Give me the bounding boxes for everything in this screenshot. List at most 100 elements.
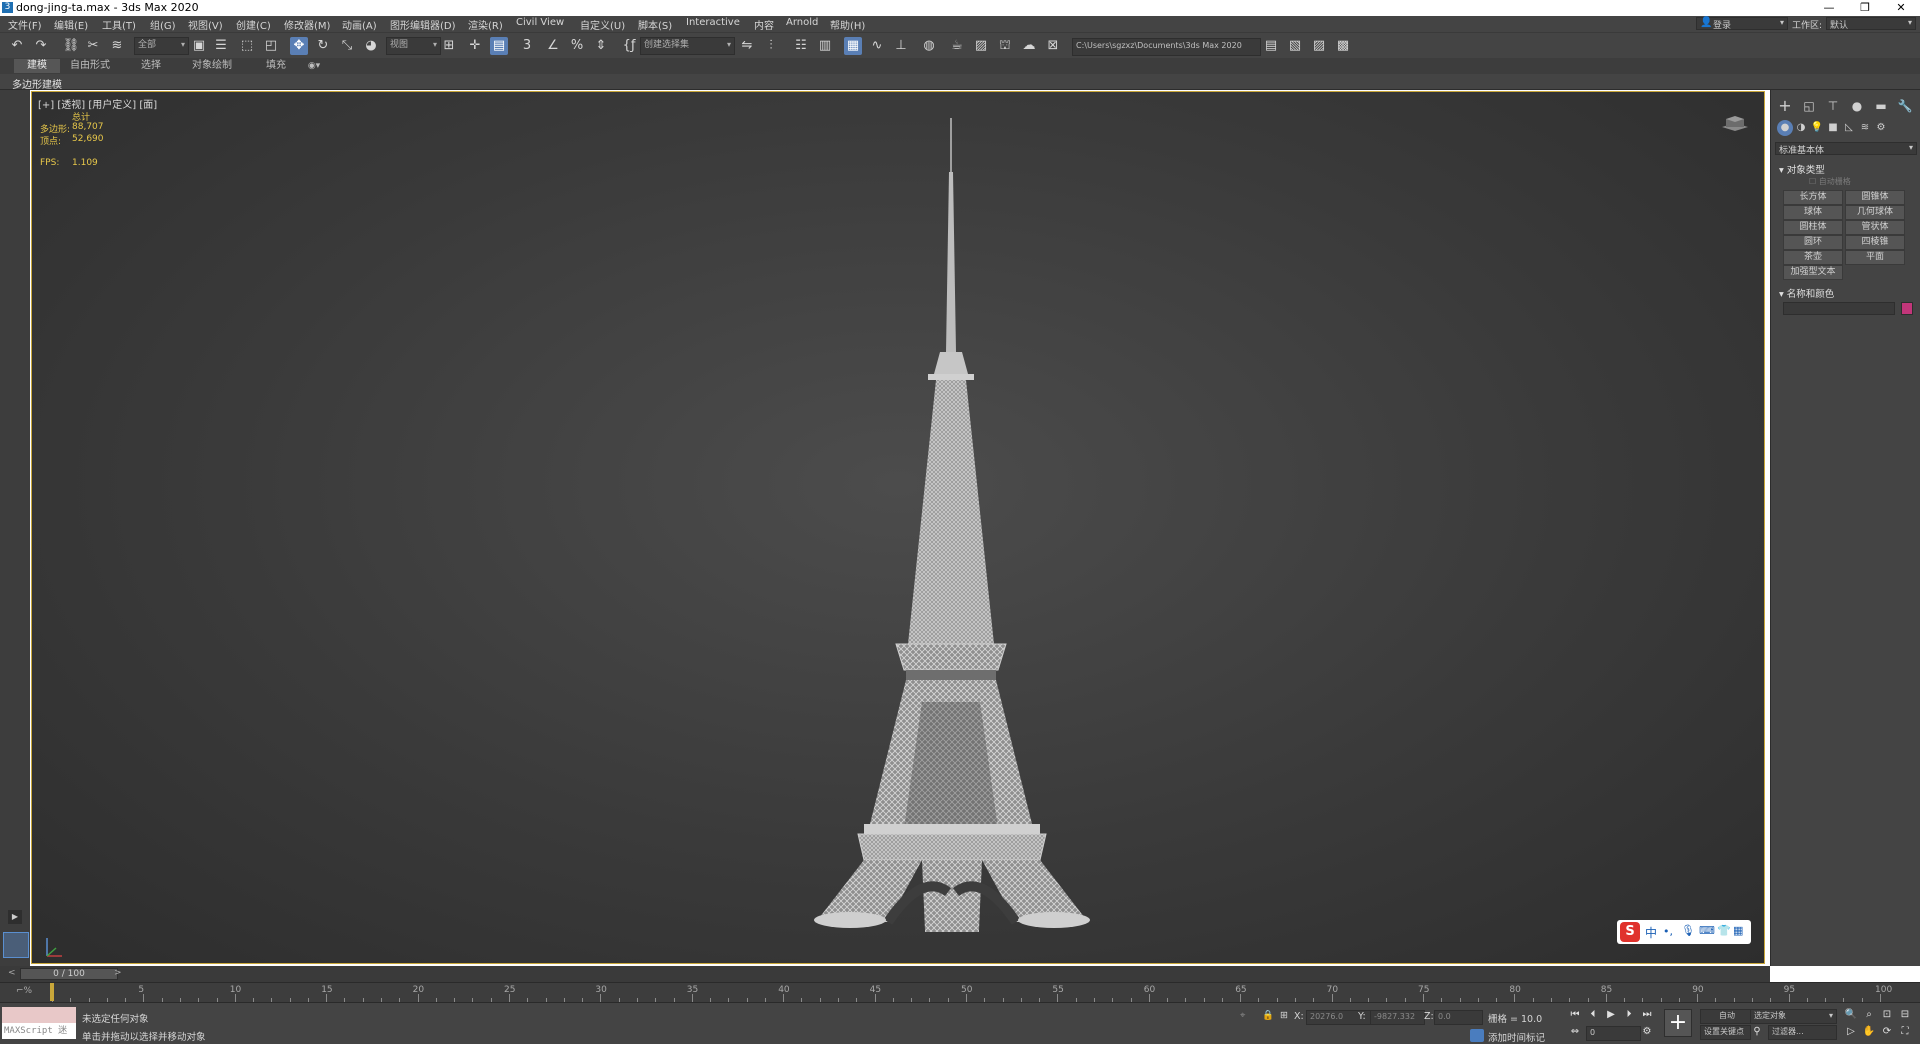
ime-toolbar[interactable]: S 中 •, 🎙 ⌨ 👕 ▦	[1617, 920, 1751, 944]
close-button[interactable]: ✕	[1886, 0, 1916, 16]
workspace-dropdown[interactable]: 默认 ▾	[1826, 17, 1916, 31]
layer-explorer-icon[interactable]: ▥	[816, 37, 834, 55]
current-frame-input[interactable]: 0	[1586, 1026, 1641, 1041]
select-object-icon[interactable]: ▣	[190, 37, 208, 55]
plane-button[interactable]: 平面	[1845, 250, 1905, 265]
maxscript-input[interactable]: MAXScript 迷	[2, 1023, 76, 1039]
cone-button[interactable]: 圆锥体	[1845, 190, 1905, 205]
geosphere-button[interactable]: 几何球体	[1845, 205, 1905, 220]
utilities-tab-icon[interactable]: 🔧	[1897, 98, 1913, 114]
systems-icon[interactable]: ⚙	[1873, 120, 1889, 136]
ribbon-options-icon[interactable]: ◉▾	[304, 59, 324, 73]
create-tab-icon[interactable]: +	[1777, 98, 1793, 114]
lights-icon[interactable]: 💡	[1809, 120, 1825, 136]
login-dropdown[interactable]: 👤 登录 ▾	[1696, 17, 1788, 31]
track-bar-toggle-icon[interactable]: ⌐%	[16, 986, 32, 996]
current-time-marker[interactable]	[50, 983, 54, 1001]
keyboard-icon[interactable]: ⌨	[1699, 924, 1715, 937]
modify-tab-icon[interactable]: ◱	[1801, 98, 1817, 114]
pyramid-button[interactable]: 四棱锥	[1845, 235, 1905, 250]
scene-explorer-icon[interactable]: ☷	[792, 37, 810, 55]
select-and-rotate-icon[interactable]: ↻	[314, 37, 332, 55]
set-key-button[interactable]: 设置关键点	[1700, 1025, 1751, 1040]
ime-language-label[interactable]: 中	[1645, 924, 1657, 941]
toolbox-icon[interactable]: ▦	[1733, 924, 1743, 937]
skin-icon[interactable]: 👕	[1717, 924, 1731, 937]
go-to-start-icon[interactable]: ⏮	[1568, 1008, 1582, 1022]
unlink-icon[interactable]: ✂	[84, 37, 102, 55]
rendered-frame-window-icon[interactable]: ▨	[972, 37, 990, 55]
display-tab-icon[interactable]: ▬	[1873, 98, 1889, 114]
selection-lock-icon[interactable]: 🔒	[1262, 1010, 1274, 1021]
geometry-icon[interactable]: ●	[1777, 120, 1793, 136]
menu-rendering[interactable]: 渲染(R)	[468, 17, 503, 32]
menu-views[interactable]: 视图(V)	[188, 17, 223, 32]
menu-civil-view[interactable]: Civil View	[516, 17, 564, 28]
menu-arnold[interactable]: Arnold	[786, 17, 818, 28]
z-coord-field[interactable]: 0.0	[1434, 1010, 1483, 1025]
key-mode-icon[interactable]: ⇔	[1568, 1025, 1582, 1039]
open-project-icon[interactable]: ▧	[1286, 37, 1304, 55]
percent-snap-icon[interactable]: %	[568, 37, 586, 55]
tab-object-paint[interactable]: 对象绘制	[182, 59, 242, 73]
time-slider-thumb[interactable]: 0 / 100	[20, 968, 118, 980]
reference-coordinate-dropdown[interactable]: 视图 ▾	[386, 37, 441, 55]
zoom-all-icon[interactable]: ⌕	[1862, 1008, 1876, 1022]
select-by-name-icon[interactable]: ☰	[212, 37, 230, 55]
menu-content[interactable]: 内容	[754, 17, 774, 32]
previous-frame-icon[interactable]: ⏴	[1586, 1008, 1600, 1022]
menu-customize[interactable]: 自定义(U)	[580, 17, 625, 32]
selected-object-dropdown[interactable]: 选定对象 ▾	[1750, 1009, 1837, 1024]
teapot-button[interactable]: 茶壶	[1783, 250, 1843, 265]
time-configuration-icon[interactable]: ⚙	[1640, 1025, 1654, 1039]
menu-group[interactable]: 组(G)	[150, 17, 176, 32]
a360-gallery-icon[interactable]: ⊠	[1044, 37, 1062, 55]
ime-punctuation-icon[interactable]: •,	[1663, 925, 1673, 938]
orbit-icon[interactable]: ⟳	[1880, 1025, 1894, 1039]
bind-space-warp-icon[interactable]: ≋	[108, 37, 126, 55]
tube-button[interactable]: 管状体	[1845, 220, 1905, 235]
object-name-input[interactable]	[1783, 302, 1895, 315]
go-to-end-icon[interactable]: ⏭	[1640, 1008, 1654, 1022]
named-selection-dropdown[interactable]: 创建选择集 ▾	[640, 37, 735, 55]
add-time-tag[interactable]: 添加时间标记	[1488, 1030, 1545, 1044]
menu-scripting[interactable]: 脚本(S)	[638, 17, 672, 32]
autogrid-checkbox[interactable]: ☐ 自动栅格	[1809, 176, 1851, 187]
minimize-button[interactable]: —	[1814, 0, 1844, 16]
sphere-button[interactable]: 球体	[1783, 205, 1843, 220]
torus-button[interactable]: 圆环	[1783, 235, 1843, 250]
hierarchy-tab-icon[interactable]: ⊤	[1825, 98, 1841, 114]
cylinder-button[interactable]: 圆柱体	[1783, 220, 1843, 235]
box-button[interactable]: 长方体	[1783, 190, 1843, 205]
microphone-icon[interactable]: 🎙	[1681, 924, 1695, 937]
tab-selection[interactable]: 选择	[128, 59, 174, 73]
menu-edit[interactable]: 编辑(E)	[54, 17, 88, 32]
material-editor-icon[interactable]: ◍	[920, 37, 938, 55]
project-path-dropdown[interactable]: C:\Users\sgzxz\Documents\3ds Max 2020	[1072, 38, 1261, 56]
viewport-label[interactable]: [+] [透视] [用户定义] [面]	[38, 96, 157, 111]
isolate-selection-icon[interactable]: ⌖	[1240, 1010, 1245, 1021]
key-filter-icon[interactable]: ⚲	[1750, 1025, 1764, 1039]
curve-editor-icon[interactable]: ∿	[868, 37, 886, 55]
key-filters-button[interactable]: 过滤器...	[1768, 1025, 1837, 1040]
zoom-icon[interactable]: 🔍	[1844, 1008, 1858, 1022]
menu-graph-editors[interactable]: 图形编辑器(D)	[390, 17, 456, 32]
project-settings-icon[interactable]: ▩	[1334, 37, 1352, 55]
object-color-swatch[interactable]	[1901, 302, 1913, 315]
set-key-icon[interactable]: +	[1664, 1009, 1692, 1037]
keyboard-shortcut-toggle-icon[interactable]: ▤	[490, 37, 508, 55]
category-dropdown[interactable]: 标准基本体 ▾	[1775, 142, 1917, 156]
zoom-extents-icon[interactable]: ⊡	[1880, 1008, 1894, 1022]
save-project-icon[interactable]: ▨	[1310, 37, 1328, 55]
viewport-layout-thumbnail[interactable]	[3, 932, 29, 958]
selection-filter-dropdown[interactable]: 全部 ▾	[134, 37, 189, 55]
render-in-cloud-icon[interactable]: ☁	[1020, 37, 1038, 55]
x-coord-field[interactable]: 20276.0	[1306, 1010, 1379, 1025]
select-and-move-icon[interactable]: ✥	[290, 37, 308, 55]
perspective-viewport[interactable]: [+] [透视] [用户定义] [面] 总计 多边形: 88,707 顶点: 5…	[31, 91, 1765, 964]
snaps-toggle-icon[interactable]: 3	[518, 37, 536, 55]
tab-populate[interactable]: 填充	[256, 59, 296, 73]
mirror-icon[interactable]: ⇋	[738, 37, 756, 55]
tower-model[interactable]	[772, 112, 1152, 932]
absolute-mode-icon[interactable]: ⊞	[1280, 1010, 1288, 1021]
